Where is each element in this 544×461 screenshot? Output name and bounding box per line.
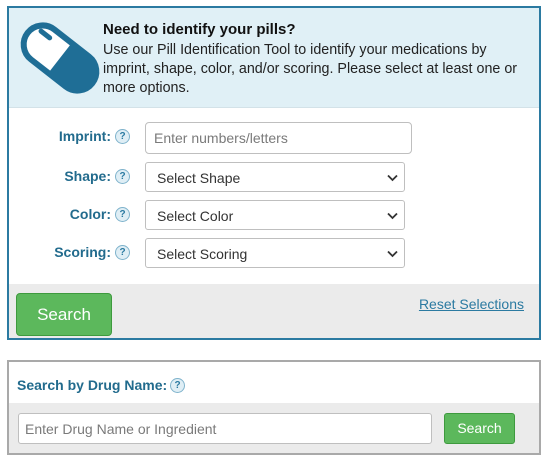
pill-identifier-description: Use our Pill Identification Tool to iden… (103, 42, 518, 96)
imprint-row: Imprint: ? (9, 122, 539, 154)
color-label: Color: (69, 206, 111, 222)
drug-name-input[interactable] (18, 413, 432, 444)
color-row: Color: ? Select Color (9, 200, 539, 230)
drug-search-button[interactable]: Search (444, 413, 515, 444)
imprint-input[interactable] (145, 122, 412, 154)
chevron-down-icon (387, 174, 398, 182)
pill-search-button[interactable]: Search (16, 293, 112, 336)
drug-name-search-panel: Search by Drug Name: ? Search (7, 360, 541, 455)
shape-row: Shape: ? Select Shape (9, 162, 539, 192)
help-icon[interactable]: ? (115, 129, 130, 144)
scoring-label: Scoring: (54, 244, 111, 260)
scoring-select[interactable]: Select Scoring (145, 238, 405, 268)
pill-identifier-header: Need to identify your pills? Use our Pil… (9, 8, 539, 108)
shape-select-value: Select Shape (157, 170, 241, 186)
pill-capsule-icon (20, 22, 100, 94)
help-icon[interactable]: ? (115, 169, 130, 184)
drug-search-body: Search (9, 403, 539, 453)
help-icon[interactable]: ? (115, 245, 130, 260)
scoring-row: Scoring: ? Select Scoring (9, 238, 539, 268)
shape-select[interactable]: Select Shape (145, 162, 405, 192)
pill-identifier-footer: Search Reset Selections (9, 284, 539, 338)
chevron-down-icon (387, 250, 398, 258)
scoring-select-value: Select Scoring (157, 246, 248, 262)
drug-search-title: Search by Drug Name: (17, 377, 168, 393)
chevron-down-icon (387, 212, 398, 220)
help-icon[interactable]: ? (115, 207, 130, 222)
reset-selections-link[interactable]: Reset Selections (419, 296, 524, 312)
color-select-value: Select Color (157, 208, 234, 224)
pill-identifier-panel: Need to identify your pills? Use our Pil… (7, 6, 541, 340)
imprint-label: Imprint: (58, 128, 111, 144)
shape-label: Shape: (64, 168, 111, 184)
pill-identifier-title: Need to identify your pills? (103, 21, 296, 38)
color-select[interactable]: Select Color (145, 200, 405, 230)
help-icon[interactable]: ? (170, 378, 185, 393)
